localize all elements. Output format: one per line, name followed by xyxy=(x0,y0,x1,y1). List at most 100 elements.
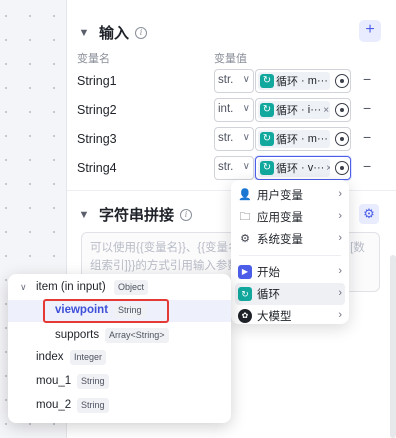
chevron-right-icon: › xyxy=(338,287,342,299)
chevron-down-icon: ∨ xyxy=(242,132,250,143)
loop-node-icon: ↻ xyxy=(260,74,274,88)
chevron-right-icon: › xyxy=(338,232,342,244)
type-badge: String xyxy=(77,398,109,413)
remove-row-button[interactable]: − xyxy=(363,129,371,145)
target-icon[interactable] xyxy=(335,161,349,175)
type-select[interactable]: int. ∨ xyxy=(214,98,254,122)
loop-node-icon: ↻ xyxy=(260,103,274,117)
variable-name: String1 xyxy=(77,74,117,88)
reference-tag: ↻ 循环 · m··· × xyxy=(258,72,330,90)
variable-source-menu: 👤 用户变量 › 🗀 应用变量 › ⚙ 系统变量 › ▶ 开始 › ↻ 循环 ›… xyxy=(231,180,349,324)
ref-node-name: 循环 xyxy=(276,105,298,117)
menu-item-label: 开始 xyxy=(257,267,280,279)
ref-separator: · xyxy=(298,104,308,116)
info-icon[interactable]: i xyxy=(135,26,148,39)
variable-row: String1 str. ∨ ↻ 循环 · m··· × − xyxy=(67,69,396,93)
info-icon[interactable]: i xyxy=(180,208,193,221)
start-node-icon: ▶ xyxy=(238,265,252,279)
target-icon[interactable] xyxy=(335,103,349,117)
variable-name: String4 xyxy=(77,161,117,175)
tree-item-supports[interactable]: supports Array<String> xyxy=(8,325,231,347)
type-badge: String xyxy=(77,374,109,389)
type-select-value: str. xyxy=(218,132,234,144)
remove-row-button[interactable]: − xyxy=(363,158,371,174)
variable-row: String4 str. ∨ ↻ 循环 · v··· × − xyxy=(67,156,396,180)
menu-item-label: 用户变量 xyxy=(257,190,303,202)
chevron-down-icon: ∨ xyxy=(242,161,250,172)
type-select[interactable]: str. ∨ xyxy=(214,127,254,151)
target-icon[interactable] xyxy=(335,74,349,88)
chevron-down-icon: ∨ xyxy=(242,74,250,85)
chevron-down-icon[interactable]: ▼ xyxy=(77,209,91,221)
concat-section-title: 字符串拼接 xyxy=(99,207,175,224)
type-select-value: str. xyxy=(218,74,234,86)
tree-item-label: index xyxy=(36,351,64,363)
menu-item-label: 系统变量 xyxy=(257,234,303,246)
menu-item-loop-node[interactable]: ↻ 循环 › xyxy=(235,283,345,305)
ref-var-name: i··· xyxy=(307,104,322,116)
reference-tag: ↻ 循环 · m··· × xyxy=(258,130,330,148)
close-icon[interactable]: × xyxy=(323,105,329,116)
ref-var-name: m··· xyxy=(307,133,328,145)
ref-var-name: m··· xyxy=(307,75,328,87)
menu-item-label: 循环 xyxy=(257,289,280,301)
concat-section-header[interactable]: ▼ 字符串拼接 i xyxy=(77,204,193,225)
user-icon: 👤 xyxy=(238,189,252,201)
add-variable-button[interactable]: + xyxy=(359,20,381,42)
tree-item-item[interactable]: ∨ item (in input) Object xyxy=(8,277,231,299)
variable-row: String3 str. ∨ ↻ 循环 · m··· × − xyxy=(67,127,396,151)
variable-row: String2 int. ∨ ↻ 循环 · i··· × − xyxy=(67,98,396,122)
ref-node-name: 循环 xyxy=(276,163,298,175)
tree-item-label: item (in input) xyxy=(36,281,106,293)
value-reference-field[interactable]: ↻ 循环 · v··· × xyxy=(255,156,351,180)
loop-node-icon: ↻ xyxy=(238,287,252,301)
reference-tag: ↻ 循环 · i··· × xyxy=(258,101,330,119)
tree-item-index[interactable]: index Integer xyxy=(8,347,231,369)
chevron-right-icon: › xyxy=(338,210,342,222)
reference-tag: ↻ 循环 · v··· × xyxy=(258,159,330,177)
tree-item-mou-2[interactable]: mou_2 String xyxy=(8,395,231,417)
chevron-down-icon: ∨ xyxy=(242,103,250,114)
selection-highlight-box xyxy=(43,299,169,323)
chevron-down-icon[interactable]: ▼ xyxy=(77,27,91,39)
loop-node-icon: ↻ xyxy=(260,161,274,175)
folder-icon: 🗀 xyxy=(239,211,251,223)
column-header-value: 变量值 xyxy=(214,53,247,65)
llm-node-icon: ✿ xyxy=(238,309,252,323)
tree-item-label: mou_1 xyxy=(36,375,72,387)
menu-item-label: 应用变量 xyxy=(257,212,303,224)
type-select-value: str. xyxy=(218,161,234,173)
ref-node-name: 循环 xyxy=(276,76,298,88)
column-header-name: 变量名 xyxy=(77,53,110,65)
panel-scrollbar[interactable] xyxy=(390,255,396,438)
loop-node-icon: ↻ xyxy=(260,132,274,146)
type-select[interactable]: str. ∨ xyxy=(214,156,254,180)
input-section-header[interactable]: ▼ 输入 i xyxy=(77,22,148,43)
remove-row-button[interactable]: − xyxy=(363,100,371,116)
tree-item-mou-1[interactable]: mou_1 String xyxy=(8,371,231,393)
menu-item-user-variables[interactable]: 👤 用户变量 › xyxy=(231,184,349,206)
type-badge: Array<String> xyxy=(105,328,169,343)
value-reference-field[interactable]: ↻ 循环 · m··· × xyxy=(255,127,351,151)
type-select-value: int. xyxy=(218,103,234,115)
gear-icon[interactable]: ⚙ xyxy=(359,204,379,224)
menu-separator xyxy=(239,255,341,256)
variable-name: String2 xyxy=(77,103,117,117)
chevron-down-icon[interactable]: ∨ xyxy=(20,282,27,293)
type-select[interactable]: str. ∨ xyxy=(214,69,254,93)
gear-icon: ⚙ xyxy=(240,233,250,245)
menu-item-start-node[interactable]: ▶ 开始 › xyxy=(231,261,349,283)
type-badge: Integer xyxy=(70,350,107,365)
ref-separator: · xyxy=(298,162,308,174)
ref-node-name: 循环 xyxy=(276,134,298,146)
chevron-right-icon: › xyxy=(338,188,342,200)
value-reference-field[interactable]: ↻ 循环 · i··· × xyxy=(255,98,351,122)
menu-item-app-variables[interactable]: 🗀 应用变量 › xyxy=(231,206,349,228)
target-icon[interactable] xyxy=(335,132,349,146)
menu-item-system-variables[interactable]: ⚙ 系统变量 › xyxy=(231,228,349,250)
menu-item-llm-node[interactable]: ✿ 大模型 › xyxy=(231,305,349,327)
loop-variable-tree: ∨ item (in input) Object viewpoint Strin… xyxy=(8,274,231,423)
close-icon[interactable]: × xyxy=(326,163,330,174)
value-reference-field[interactable]: ↻ 循环 · m··· × xyxy=(255,69,351,93)
remove-row-button[interactable]: − xyxy=(363,71,371,87)
